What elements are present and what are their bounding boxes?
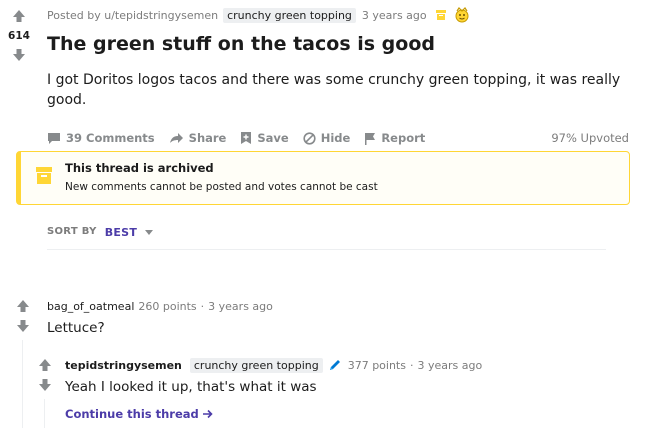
save-button[interactable]: Save (240, 131, 289, 145)
archive-box-icon (35, 165, 53, 185)
comment-meta: bag_of_oatmeal 260 points · 3 years ago (47, 298, 273, 314)
meta-separator: · (409, 358, 414, 372)
sort-dropdown[interactable]: BEST (105, 226, 154, 239)
sort-value: BEST (104, 226, 138, 239)
post-meta: Posted by u/tepidstringysemen crunchy gr… (47, 0, 632, 30)
sort-label: SORT BY (47, 226, 97, 237)
continue-thread-link[interactable]: Continue this thread (65, 407, 482, 421)
post-title[interactable]: The green stuff on the tacos is good (47, 30, 632, 58)
post-actions: 39 Comments Share Save Hide Report 97% U… (47, 127, 632, 149)
comment-points: 377 points (347, 358, 406, 372)
comment-age: 3 years ago (417, 358, 483, 372)
upvote-ratio: 97% Upvoted (551, 131, 629, 145)
comment-points: 260 points (138, 299, 197, 313)
upvote-arrow-icon[interactable] (9, 6, 29, 26)
archived-notice: This thread is archived New comments can… (16, 151, 630, 205)
archived-text: New comments cannot be posted and votes … (65, 181, 378, 193)
award-icon[interactable] (454, 7, 470, 23)
share-button[interactable]: Share (169, 131, 226, 145)
post-score: 614 (8, 30, 30, 42)
continue-thread-label: Continue this thread (65, 407, 199, 421)
arrow-right-icon (202, 409, 213, 419)
comment-body: Yeah I looked it up, that's what it was (65, 379, 317, 395)
thread-line[interactable] (22, 340, 23, 428)
hide-button[interactable]: Hide (303, 131, 350, 145)
comment: bag_of_oatmeal 260 points · 3 years ago … (47, 298, 273, 337)
comment: tepidstringysemen crunchy green topping … (65, 357, 482, 421)
comment-vote-column (13, 296, 33, 336)
post: Posted by u/tepidstringysemen crunchy gr… (47, 0, 632, 149)
pencil-icon (328, 358, 342, 372)
comment-age: 3 years ago (208, 299, 273, 313)
upvote-arrow-icon[interactable] (35, 355, 55, 375)
comment-vote-column (35, 355, 55, 395)
meta-separator: · (200, 299, 205, 313)
thread-line[interactable] (44, 399, 45, 428)
comment-author[interactable]: bag_of_oatmeal (47, 300, 134, 313)
downvote-arrow-icon[interactable] (35, 375, 55, 395)
sort-bar: SORT BY BEST (47, 226, 606, 250)
archived-title: This thread is archived (65, 161, 214, 175)
post-age: 3 years ago (361, 8, 427, 22)
share-icon (169, 133, 183, 143)
post-body: I got Doritos logos tacos and there was … (47, 72, 621, 108)
caret-down-icon (145, 230, 154, 235)
post-vote-column: 614 (0, 6, 38, 65)
posted-by-link[interactable]: Posted by u/tepidstringysemen (47, 9, 218, 22)
flag-icon (365, 132, 376, 145)
user-flair: crunchy green topping (189, 357, 323, 373)
comment-author[interactable]: tepidstringysemen (65, 359, 182, 372)
downvote-arrow-icon[interactable] (9, 45, 29, 65)
bookmark-plus-icon (241, 132, 252, 144)
comment-icon (48, 132, 60, 144)
archive-box-icon (435, 9, 447, 21)
comments-button[interactable]: 39 Comments (47, 131, 155, 145)
hide-icon (303, 131, 316, 145)
report-button[interactable]: Report (364, 131, 425, 145)
post-flair: crunchy green topping (223, 7, 356, 23)
comment-meta: tepidstringysemen crunchy green topping … (65, 357, 482, 373)
upvote-arrow-icon[interactable] (13, 296, 33, 316)
downvote-arrow-icon[interactable] (13, 316, 33, 336)
comment-body: Lettuce? (47, 320, 105, 336)
